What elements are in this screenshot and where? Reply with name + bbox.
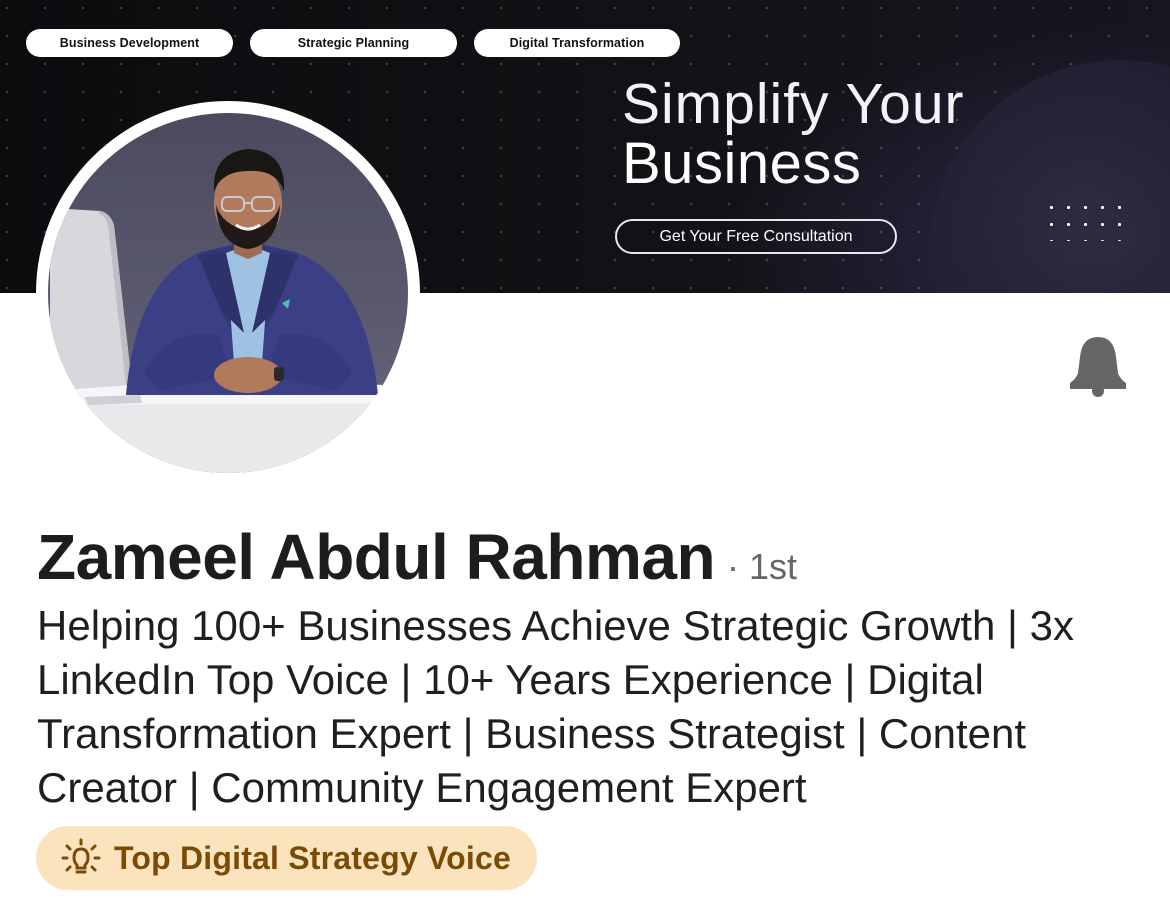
- banner-tag-strategic-planning: Strategic Planning: [250, 29, 457, 57]
- banner-headline: Simplify Your Business: [622, 76, 965, 193]
- banner-dot-grid: [1043, 199, 1123, 241]
- connection-degree: · 1st: [727, 546, 798, 587]
- banner-headline-line2: Business: [622, 131, 862, 196]
- banner-tag-digital-transformation: Digital Transformation: [474, 29, 680, 57]
- profile-page: Business Development Strategic Planning …: [0, 0, 1170, 911]
- bell-icon-svg: [1070, 337, 1126, 397]
- profile-name: Zameel Abdul Rahman: [37, 521, 716, 593]
- profile-avatar[interactable]: [36, 101, 420, 485]
- lightbulb-icon: [61, 838, 101, 874]
- banner-tag-business-development: Business Development: [26, 29, 233, 57]
- name-row: Zameel Abdul Rahman · 1st: [37, 520, 797, 594]
- top-voice-badge[interactable]: Top Digital Strategy Voice: [36, 826, 537, 890]
- banner-cta: Get Your Free Consultation: [615, 219, 897, 254]
- avatar-person-illustration: [48, 149, 408, 473]
- banner-headline-line1: Simplify Your: [622, 72, 965, 136]
- profile-headline: Helping 100+ Businesses Achieve Strategi…: [37, 602, 1074, 811]
- avatar-photo: [48, 113, 408, 473]
- top-voice-label: Top Digital Strategy Voice: [114, 839, 511, 876]
- banner-decorative-curve: [930, 60, 1170, 293]
- bell-icon[interactable]: [1066, 333, 1130, 397]
